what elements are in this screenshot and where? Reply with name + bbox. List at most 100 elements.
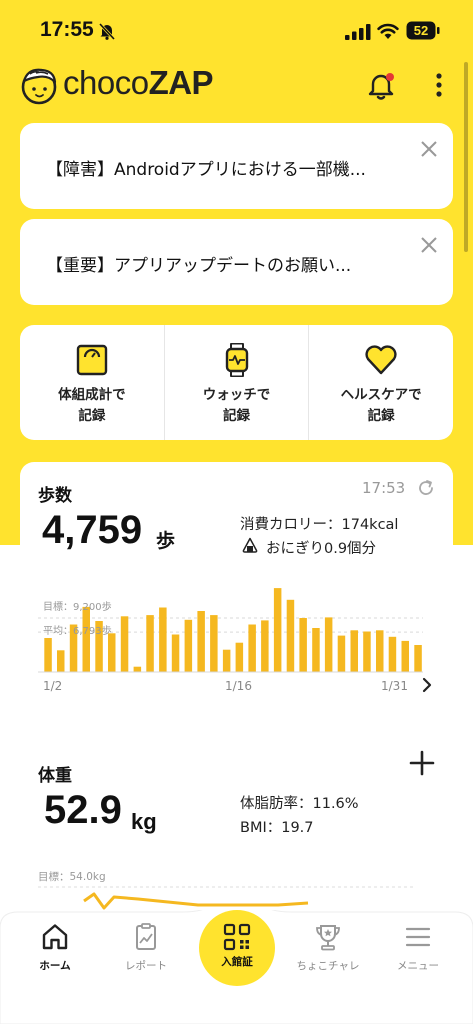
heart-icon xyxy=(365,345,397,375)
record-label: ウォッチで 記録 xyxy=(165,385,309,427)
weight-line xyxy=(83,892,309,910)
record-label-line1: ヘルスケアで xyxy=(340,387,422,403)
app-header: chocoZAP xyxy=(0,56,473,116)
steps-bar-1-31 xyxy=(414,645,422,672)
refresh-icon[interactable] xyxy=(416,478,436,498)
wifi-icon xyxy=(377,23,399,39)
record-label-line1: ウォッチで xyxy=(202,387,271,403)
notice-text: 【障害】Androidアプリにおける一部機... xyxy=(46,160,366,180)
average-label: 平均：6,793歩 xyxy=(43,624,112,637)
steps-bar-1-15 xyxy=(210,615,218,672)
weight-unit: kg xyxy=(131,809,157,834)
scroll-indicator[interactable] xyxy=(464,62,468,252)
report-icon xyxy=(136,923,156,950)
record-label-line2: 記録 xyxy=(367,408,395,424)
nav-report[interactable]: レポート xyxy=(106,922,186,982)
nav-report-label: レポート xyxy=(125,960,167,972)
steps-card[interactable]: 歩数 17:53 4,759 歩 消費カロリー：174kcal おにぎり0.9個… xyxy=(20,462,453,710)
steps-bar-1-10 xyxy=(146,615,154,672)
weight-title: 体重 xyxy=(38,766,72,786)
record-label-line1: 体組成計で xyxy=(58,387,126,403)
steps-bar-1-2 xyxy=(44,638,52,672)
nav-home-label: ホーム xyxy=(39,960,71,972)
steps-bar-1-7 xyxy=(108,633,116,672)
close-icon[interactable] xyxy=(419,235,439,255)
watch-icon xyxy=(225,343,248,377)
x-tick-start: 1/2 xyxy=(43,679,62,693)
goal-label: 目標：9,200歩 xyxy=(43,600,112,613)
bottom-navigation: ホーム レポート 入館証 ちょこチャレ メニュー xyxy=(0,910,473,1024)
steps-updated-time: 17:53 xyxy=(362,479,406,497)
record-options: 体組成計で 記録 ウォッチで 記録 ヘルスケアで 記録 xyxy=(20,325,453,440)
record-label-line2: 記録 xyxy=(78,408,106,424)
steps-bar-1-27 xyxy=(363,631,371,672)
nav-home[interactable]: ホーム xyxy=(15,922,95,982)
hamburger-menu-icon xyxy=(405,927,431,947)
steps-bar-1-30 xyxy=(401,640,409,672)
steps-bar-1-25 xyxy=(337,635,346,672)
plus-icon[interactable] xyxy=(409,750,435,776)
steps-chart: 目標：9,200歩 平均：6,793歩 1/2 1/16 1/31 xyxy=(38,588,423,693)
steps-unit: 歩 xyxy=(156,530,176,552)
steps-bar-1-5 xyxy=(82,606,90,672)
nav-challenge[interactable]: ちょこチャレ xyxy=(288,922,368,982)
steps-bar-1-26 xyxy=(350,630,358,672)
steps-bar-1-21 xyxy=(286,599,295,672)
steps-bar-1-16 xyxy=(222,649,231,672)
nav-menu-label: メニュー xyxy=(397,960,439,972)
calories-text: 消費カロリー：174kcal xyxy=(240,517,399,533)
record-watch-button[interactable]: ウォッチで 記録 xyxy=(163,325,309,440)
steps-value: 4,759 xyxy=(42,508,143,552)
record-body-scale-button[interactable]: 体組成計で 記録 xyxy=(20,325,164,440)
scale-icon xyxy=(76,344,108,376)
steps-bar-1-17 xyxy=(235,642,244,672)
more-menu-icon[interactable] xyxy=(427,70,451,100)
checkin-pass-button[interactable]: 入館証 xyxy=(199,910,275,986)
record-label-line2: 記録 xyxy=(223,408,250,424)
notice-card-outage[interactable]: 【障害】Androidアプリにおける一部機... xyxy=(20,123,453,209)
trophy-icon xyxy=(316,925,340,951)
record-healthcare-button[interactable]: ヘルスケアで 記録 xyxy=(308,325,453,440)
home-icon xyxy=(42,924,68,950)
notification-bell-icon[interactable] xyxy=(366,70,396,102)
logo-wordmark: chocoZAP xyxy=(63,64,214,102)
weight-value: 52.9 xyxy=(44,788,122,832)
status-time: 17:55 xyxy=(40,18,94,41)
onigiri-text: おにぎり0.9個分 xyxy=(266,541,377,557)
steps-bar-1-23 xyxy=(312,628,320,672)
steps-bar-1-18 xyxy=(248,624,256,672)
battery-level: 52 xyxy=(413,23,429,38)
record-label: 体組成計で 記録 xyxy=(20,385,164,427)
bmi-text: BMI：19.7 xyxy=(240,820,314,836)
x-tick-end: 1/31 xyxy=(381,679,408,693)
steps-bar-1-14 xyxy=(197,611,205,672)
signal-icon xyxy=(345,24,371,40)
logo-suffix: ZAP xyxy=(148,64,214,101)
logo-icon xyxy=(21,68,57,105)
steps-bar-1-13 xyxy=(184,619,193,672)
qr-code-icon xyxy=(223,923,251,951)
close-icon[interactable] xyxy=(419,139,439,159)
checkin-pass-label: 入館証 xyxy=(221,956,253,968)
steps-bar-1-12 xyxy=(171,634,180,672)
steps-bar-1-22 xyxy=(299,618,307,672)
onigiri-icon xyxy=(242,537,258,553)
weight-goal-label: 目標：54.0kg xyxy=(38,870,106,883)
x-tick-mid: 1/16 xyxy=(225,679,252,693)
notice-text: 【重要】アプリアップデートのお願い... xyxy=(46,256,352,276)
steps-bar-1-3 xyxy=(57,650,65,672)
body-fat-text: 体脂肪率：11.6% xyxy=(240,796,359,812)
steps-bar-1-24 xyxy=(324,617,333,672)
steps-title: 歩数 xyxy=(38,486,72,506)
steps-bar-1-11 xyxy=(159,607,167,672)
steps-bar-1-19 xyxy=(261,620,269,672)
bell-off-icon xyxy=(98,22,116,40)
nav-menu[interactable]: メニュー xyxy=(378,922,458,982)
status-bar: 17:55 52 xyxy=(0,0,473,56)
chevron-right-icon[interactable] xyxy=(420,676,434,694)
steps-bar-1-9 xyxy=(133,666,142,672)
notice-card-update[interactable]: 【重要】アプリアップデートのお願い... xyxy=(20,219,453,305)
steps-bar-1-8 xyxy=(120,616,129,672)
nav-challenge-label: ちょこチャレ xyxy=(296,960,360,972)
steps-bar-1-29 xyxy=(388,636,397,672)
